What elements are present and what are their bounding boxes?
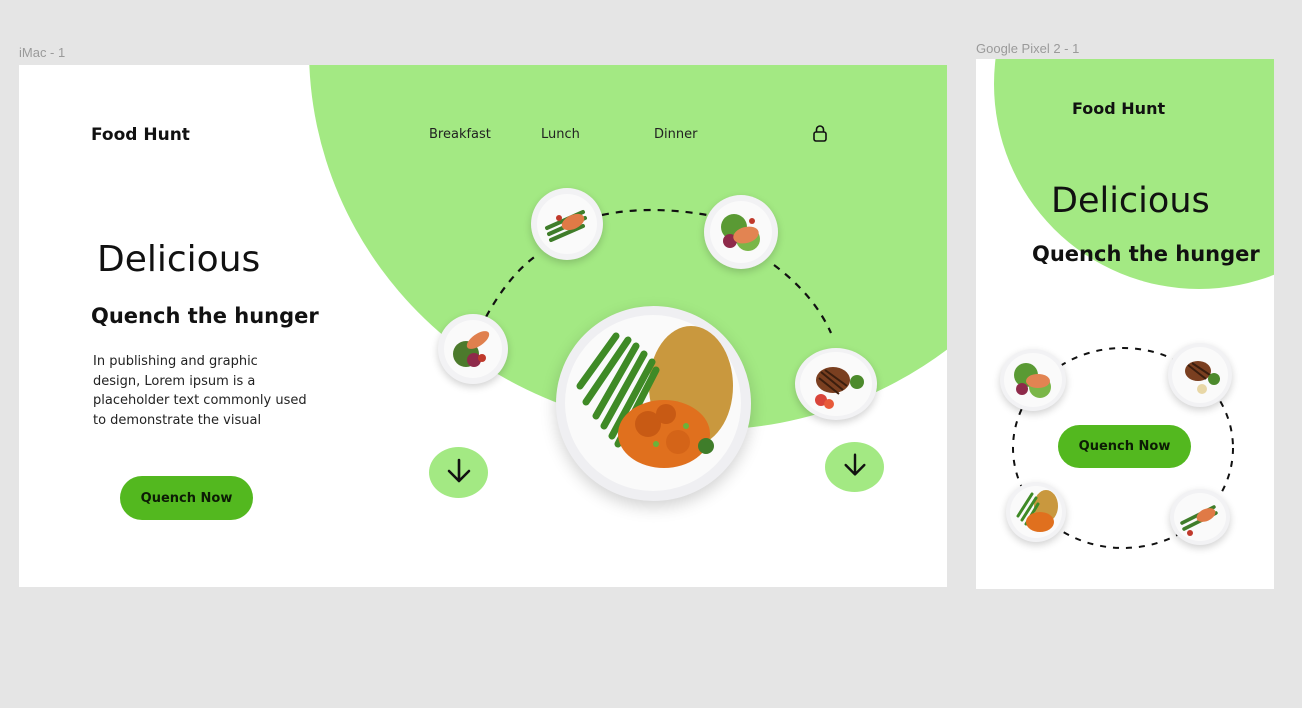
dish-chicken-rice-beans[interactable] bbox=[1006, 482, 1066, 542]
arrow-down-icon bbox=[841, 451, 869, 483]
hero-headline: Delicious bbox=[1051, 181, 1210, 221]
dish-salmon-salad[interactable] bbox=[704, 195, 778, 269]
logo[interactable]: Food Hunt bbox=[1072, 99, 1165, 118]
dish-salmon-asparagus[interactable] bbox=[1170, 489, 1230, 545]
desktop-frame: Food Hunt Breakfast Lunch Dinner Delicio… bbox=[19, 65, 947, 587]
dish-salmon-asparagus[interactable] bbox=[531, 188, 603, 260]
hero-headline: Delicious bbox=[97, 239, 261, 280]
nav-item-dinner[interactable]: Dinner bbox=[654, 127, 697, 142]
dish-steak[interactable] bbox=[1168, 343, 1232, 407]
scroll-down-button-right[interactable] bbox=[825, 442, 884, 492]
hero-subheadline: Quench the hunger bbox=[1032, 242, 1260, 266]
dish-chicken-rice-beans[interactable] bbox=[556, 306, 751, 501]
quench-now-button[interactable]: Quench Now bbox=[120, 476, 253, 520]
logo[interactable]: Food Hunt bbox=[91, 125, 190, 145]
nav-item-breakfast[interactable]: Breakfast bbox=[429, 127, 491, 142]
arrow-down-icon bbox=[444, 456, 474, 490]
quench-now-button[interactable]: Quench Now bbox=[1058, 425, 1191, 468]
hero-description: In publishing and graphic design, Lorem … bbox=[93, 354, 307, 428]
frame-label-desktop[interactable]: iMac - 1 bbox=[19, 45, 65, 60]
lock-icon[interactable] bbox=[812, 124, 828, 142]
dish-salmon-salad[interactable] bbox=[1000, 349, 1066, 411]
dish-steak[interactable] bbox=[795, 348, 877, 420]
nav-item-lunch[interactable]: Lunch bbox=[541, 127, 580, 142]
mobile-frame: Food Hunt Delicious Quench the hunger Qu… bbox=[976, 59, 1274, 589]
dish-salmon-veggie[interactable] bbox=[438, 314, 508, 384]
scroll-down-button-left[interactable] bbox=[429, 447, 488, 498]
frame-label-mobile[interactable]: Google Pixel 2 - 1 bbox=[976, 41, 1079, 56]
hero-subheadline: Quench the hunger bbox=[91, 304, 319, 328]
